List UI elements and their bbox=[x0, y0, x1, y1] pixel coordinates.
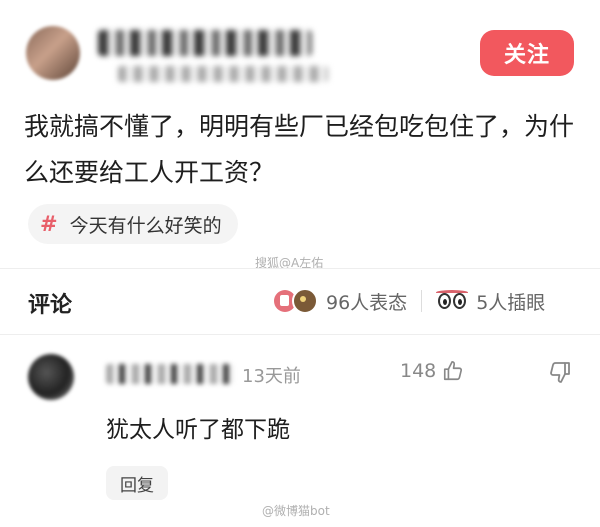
comment-like-button[interactable]: 148 bbox=[400, 360, 464, 382]
comments-title: 评论 bbox=[28, 293, 73, 318]
eyes-icon bbox=[436, 290, 469, 312]
reactions-count: 96人表态 bbox=[326, 291, 408, 314]
topic-label: 今天有什么好笑的 bbox=[69, 214, 222, 237]
commenter-name-blurred[interactable] bbox=[106, 364, 234, 384]
reaction-hat-icon bbox=[292, 288, 318, 314]
thumbs-down-icon[interactable] bbox=[548, 360, 572, 384]
bottom-watermark: @微博猫bot bbox=[262, 504, 330, 518]
commenter-avatar[interactable] bbox=[28, 354, 74, 400]
reply-button[interactable]: 回复 bbox=[106, 466, 168, 500]
follow-button[interactable]: 关注 bbox=[480, 30, 574, 76]
divider bbox=[0, 268, 600, 269]
thumbs-up-icon bbox=[444, 361, 463, 381]
separator bbox=[421, 290, 423, 312]
comment-time: 13天前 bbox=[242, 366, 301, 387]
comment-like-count: 148 bbox=[400, 360, 437, 382]
author-name-blurred[interactable] bbox=[98, 30, 312, 56]
divider bbox=[0, 334, 600, 335]
post-text: 我就搞不懂了，明明有些厂已经包吃包住了，为什么还要给工人开工资？ bbox=[24, 112, 575, 187]
author-avatar[interactable] bbox=[26, 26, 80, 80]
reactions-bar[interactable]: 96人表态 5人插眼 bbox=[274, 284, 545, 318]
hash-icon: # bbox=[40, 212, 58, 236]
comment-text: 犹太人听了都下跪 bbox=[106, 417, 290, 443]
author-subtitle-blurred bbox=[118, 66, 328, 82]
eyes-count: 5人插眼 bbox=[476, 291, 546, 314]
topic-chip[interactable]: # 今天有什么好笑的 bbox=[28, 204, 238, 244]
